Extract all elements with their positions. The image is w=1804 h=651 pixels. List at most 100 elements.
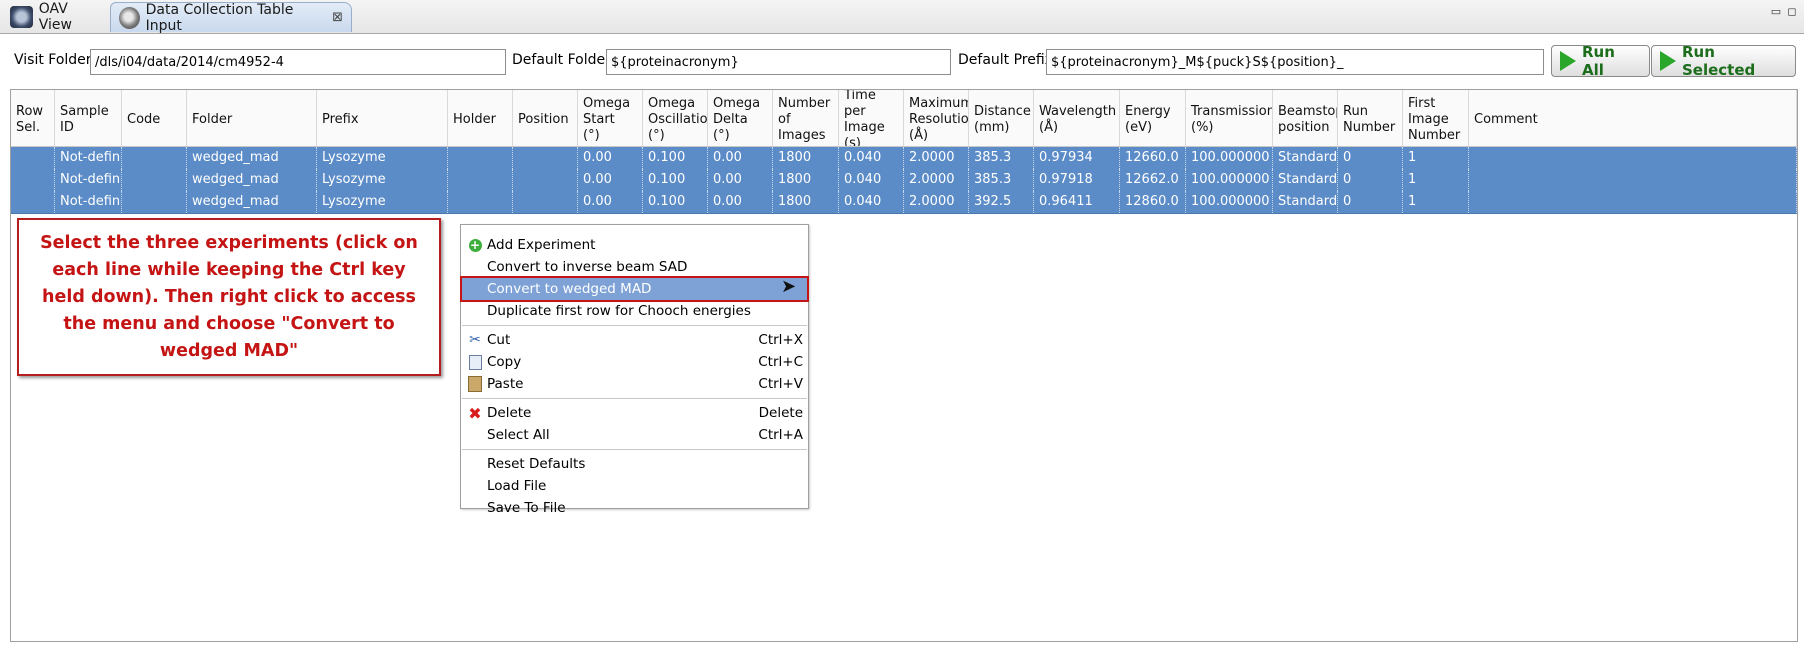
- table-cell[interactable]: 100.000000: [1186, 169, 1273, 191]
- table-cell[interactable]: 100.000000: [1186, 147, 1273, 169]
- table-cell[interactable]: [448, 147, 513, 169]
- table-cell[interactable]: [11, 191, 55, 213]
- column-header[interactable]: Comment: [1469, 90, 1797, 146]
- table-cell[interactable]: wedged_mad: [187, 191, 317, 213]
- column-header[interactable]: Holder: [448, 90, 513, 146]
- column-header[interactable]: Run Number: [1338, 90, 1403, 146]
- table-cell[interactable]: 0.96411: [1034, 191, 1120, 213]
- table-cell[interactable]: [1469, 147, 1797, 169]
- column-header[interactable]: Omega Oscillation (°): [643, 90, 708, 146]
- table-cell[interactable]: [513, 147, 578, 169]
- visit-folder-input[interactable]: [90, 49, 506, 75]
- table-cell[interactable]: 0.97934: [1034, 147, 1120, 169]
- column-header[interactable]: Folder: [187, 90, 317, 146]
- column-header[interactable]: Sample ID: [55, 90, 122, 146]
- table-cell[interactable]: wedged_mad: [187, 147, 317, 169]
- table-cell[interactable]: [122, 191, 187, 213]
- run-all-button[interactable]: Run All: [1551, 43, 1650, 79]
- table-cell[interactable]: 0.100: [643, 191, 708, 213]
- table-cell[interactable]: 2.0000: [904, 169, 969, 191]
- table-cell[interactable]: 0.100: [643, 147, 708, 169]
- run-selected-button[interactable]: Run Selected: [1651, 43, 1796, 79]
- table-cell[interactable]: 0.00: [578, 191, 643, 213]
- table-cell[interactable]: Standard: [1273, 191, 1338, 213]
- menu-item-cut[interactable]: ✂ Cut Ctrl+X: [462, 329, 807, 351]
- table-cell[interactable]: [448, 191, 513, 213]
- menu-item-load-file[interactable]: Load File: [462, 475, 807, 497]
- table-cell[interactable]: 0: [1338, 169, 1403, 191]
- table-cell[interactable]: 2.0000: [904, 191, 969, 213]
- column-header[interactable]: Omega Delta (°): [708, 90, 773, 146]
- menu-item-paste[interactable]: Paste Ctrl+V: [462, 373, 807, 395]
- table-cell[interactable]: [1469, 169, 1797, 191]
- column-header[interactable]: Time per Image (s): [839, 90, 904, 146]
- table-cell[interactable]: Not-defined: [55, 147, 122, 169]
- maximize-icon[interactable]: ◻: [1786, 6, 1798, 17]
- table-cell[interactable]: 0.97918: [1034, 169, 1120, 191]
- table-row[interactable]: Not-definedwedged_madLysozyme0.000.1000.…: [11, 191, 1797, 214]
- column-header[interactable]: Omega Start (°): [578, 90, 643, 146]
- table-cell[interactable]: 392.5: [969, 191, 1034, 213]
- column-header[interactable]: Code: [122, 90, 187, 146]
- menu-item-convert-to-inverse-beam-sad[interactable]: Convert to inverse beam SAD: [462, 256, 807, 278]
- table-cell[interactable]: 1: [1403, 191, 1469, 213]
- table-cell[interactable]: 0.00: [578, 147, 643, 169]
- table-cell[interactable]: [122, 169, 187, 191]
- table-cell[interactable]: Lysozyme: [317, 147, 448, 169]
- close-icon[interactable]: ⊠: [332, 10, 343, 25]
- column-header[interactable]: Transmission (%): [1186, 90, 1273, 146]
- table-cell[interactable]: [11, 147, 55, 169]
- table-cell[interactable]: 1800: [773, 147, 839, 169]
- table-cell[interactable]: Lysozyme: [317, 169, 448, 191]
- table-cell[interactable]: [513, 169, 578, 191]
- tab-data-collection-table-input[interactable]: Data Collection Table Input ⊠: [110, 2, 352, 34]
- table-cell[interactable]: 1800: [773, 191, 839, 213]
- column-header[interactable]: Number of Images: [773, 90, 839, 146]
- table-cell[interactable]: 12662.0: [1120, 169, 1186, 191]
- table-cell[interactable]: 100.000000: [1186, 191, 1273, 213]
- table-cell[interactable]: 0.00: [708, 191, 773, 213]
- column-header[interactable]: First Image Number: [1403, 90, 1469, 146]
- table-cell[interactable]: [513, 191, 578, 213]
- menu-item-copy[interactable]: Copy Ctrl+C: [462, 351, 807, 373]
- table-cell[interactable]: 0.00: [578, 169, 643, 191]
- minimize-icon[interactable]: ▭: [1770, 6, 1782, 17]
- table-cell[interactable]: 2.0000: [904, 147, 969, 169]
- column-header[interactable]: Prefix: [317, 90, 448, 146]
- column-header[interactable]: Energy (eV): [1120, 90, 1186, 146]
- table-cell[interactable]: Lysozyme: [317, 191, 448, 213]
- column-header[interactable]: Maximum Resolution (Å): [904, 90, 969, 146]
- table-cell[interactable]: 1800: [773, 169, 839, 191]
- menu-item-reset-defaults[interactable]: Reset Defaults: [462, 453, 807, 475]
- column-header[interactable]: Wavelength (Å): [1034, 90, 1120, 146]
- table-cell[interactable]: 12660.0: [1120, 147, 1186, 169]
- table-cell[interactable]: wedged_mad: [187, 169, 317, 191]
- table-cell[interactable]: 0.100: [643, 169, 708, 191]
- table-cell[interactable]: 0.00: [708, 169, 773, 191]
- table-cell[interactable]: 385.3: [969, 169, 1034, 191]
- tab-oav-view[interactable]: OAV View: [2, 1, 110, 33]
- default-folder-input[interactable]: [606, 49, 951, 75]
- table-cell[interactable]: Standard: [1273, 147, 1338, 169]
- menu-item-save-to-file[interactable]: Save To File: [462, 497, 807, 519]
- table-cell[interactable]: 12860.0: [1120, 191, 1186, 213]
- menu-item-duplicate-first-row-for-chooch-energies[interactable]: Duplicate first row for Chooch energies: [462, 300, 807, 322]
- column-header[interactable]: Distance (mm): [969, 90, 1034, 146]
- table-cell[interactable]: [122, 147, 187, 169]
- column-header[interactable]: Row Sel.: [11, 90, 55, 146]
- table-cell[interactable]: 1: [1403, 147, 1469, 169]
- column-header[interactable]: Position: [513, 90, 578, 146]
- menu-item-select-all[interactable]: Select All Ctrl+A: [462, 424, 807, 446]
- table-cell[interactable]: 0: [1338, 191, 1403, 213]
- table-cell[interactable]: 385.3: [969, 147, 1034, 169]
- table-cell[interactable]: 0.00: [708, 147, 773, 169]
- table-cell[interactable]: [1469, 191, 1797, 213]
- table-cell[interactable]: [11, 169, 55, 191]
- table-cell[interactable]: 1: [1403, 169, 1469, 191]
- table-cell[interactable]: Not-defined: [55, 169, 122, 191]
- table-cell[interactable]: Standard: [1273, 169, 1338, 191]
- menu-item-convert-to-wedged-mad[interactable]: Convert to wedged MAD: [460, 276, 809, 302]
- table-cell[interactable]: Not-defined: [55, 191, 122, 213]
- table-row[interactable]: Not-definedwedged_madLysozyme0.000.1000.…: [11, 147, 1797, 170]
- table-cell[interactable]: 0.040: [839, 169, 904, 191]
